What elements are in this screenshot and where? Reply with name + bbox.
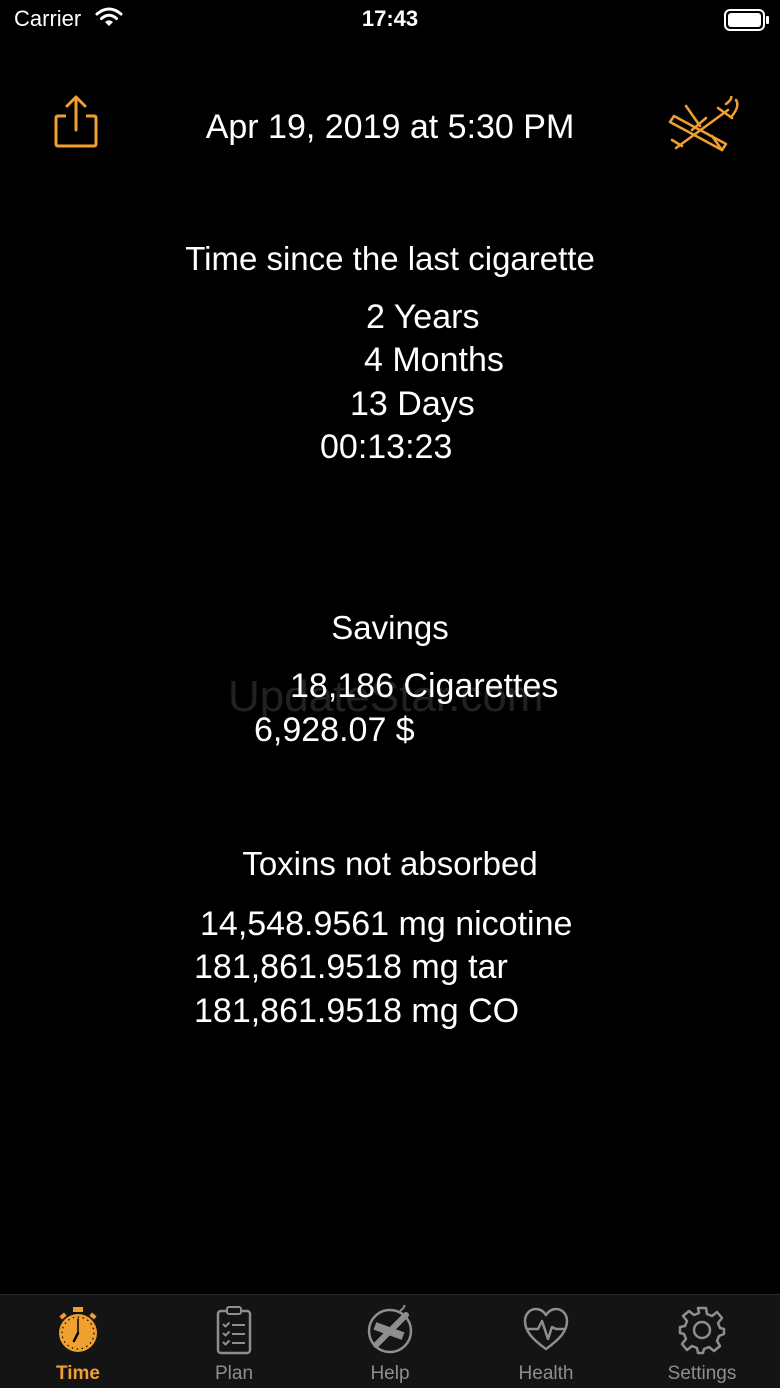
tab-time[interactable]: Time xyxy=(0,1295,156,1388)
time-years: 2 Years xyxy=(366,298,480,336)
battery-icon xyxy=(724,8,770,37)
time-months: 4 Months xyxy=(364,341,504,379)
clipboard-icon xyxy=(210,1305,258,1355)
no-smoking-button[interactable] xyxy=(666,92,744,158)
quit-date[interactable]: Apr 19, 2019 at 5:30 PM xyxy=(0,108,780,147)
toxins-nicotine: 14,548.9561 mg nicotine xyxy=(200,905,573,943)
toxins-tar: 181,861.9518 mg tar xyxy=(194,948,508,986)
no-smoking-icon xyxy=(366,1302,414,1355)
tab-health[interactable]: Health xyxy=(468,1295,624,1388)
toxins-co: 181,861.9518 mg CO xyxy=(194,992,520,1030)
no-smoking-icon xyxy=(666,92,744,162)
savings-cigarettes: 18,186 Cigarettes xyxy=(290,667,559,705)
status-time: 17:43 xyxy=(361,6,419,31)
tab-label: Time xyxy=(55,1363,100,1384)
savings-money: 6,928.07 $ xyxy=(254,711,415,749)
heart-pulse-icon xyxy=(522,1305,570,1355)
tab-label: Plan xyxy=(214,1363,254,1384)
tab-help[interactable]: Help xyxy=(312,1295,468,1388)
tab-plan[interactable]: Plan xyxy=(156,1295,312,1388)
tab-bar: Time Plan Help Health Settings xyxy=(0,1294,780,1388)
time-section-title: Time since the last cigarette xyxy=(185,240,595,277)
time-clock: 00:13:23 xyxy=(320,428,453,466)
stopwatch-icon xyxy=(54,1305,102,1355)
gear-icon xyxy=(678,1305,726,1355)
savings-section-title: Savings xyxy=(331,609,449,646)
toxins-section-title: Toxins not absorbed xyxy=(242,845,538,882)
time-days: 13 Days xyxy=(350,385,475,423)
tab-label: Help xyxy=(370,1363,410,1384)
status-bar: Carrier 17:43 xyxy=(0,0,780,40)
tab-label: Settings xyxy=(667,1363,737,1384)
tab-settings[interactable]: Settings xyxy=(624,1295,780,1388)
tab-label: Health xyxy=(518,1363,574,1384)
